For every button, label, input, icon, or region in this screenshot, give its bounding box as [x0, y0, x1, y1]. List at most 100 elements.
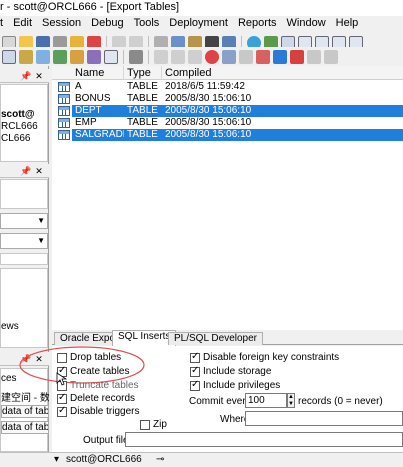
stop-icon[interactable] [205, 50, 219, 64]
checkbox-box[interactable] [190, 351, 200, 363]
menu-file[interactable]: t [0, 16, 3, 32]
list-item[interactable]: data of table [1, 421, 49, 434]
object-list: ews [0, 268, 48, 348]
checkbox-box[interactable] [57, 405, 67, 417]
panel-header: 📌 ✕ [0, 164, 49, 178]
zip-checkbox[interactable]: Zip [140, 419, 167, 430]
export-tabs: Oracle Export SQL Inserts PL/SQL Develop… [52, 330, 403, 346]
close-icon[interactable]: ✕ [34, 71, 44, 81]
connection-item[interactable]: CL666 [1, 133, 49, 144]
checkbox-box[interactable] [190, 379, 200, 391]
delete-records-checkbox[interactable]: Delete records [57, 392, 135, 404]
toolbar-area [0, 179, 48, 209]
connection-list: scott@ RCL666 CL666 [0, 84, 48, 162]
connection-item[interactable]: RCL666 [1, 121, 49, 132]
filter-combo[interactable]: ▼ [0, 233, 48, 249]
include-privileges-checkbox[interactable]: Include privileges [190, 379, 281, 391]
disable-triggers-checkbox[interactable]: Disable triggers [57, 405, 140, 417]
table-icon [58, 94, 70, 104]
grid-icon[interactable] [104, 50, 118, 64]
table-row[interactable]: DEPT TABLE 2005/8/30 15:06:10 [52, 105, 403, 117]
cell-name: DEPT [72, 105, 124, 117]
menu-debug[interactable]: Debug [91, 16, 123, 32]
menu-window[interactable]: Window [287, 16, 326, 32]
status-connection: scott@ORCL666 [66, 454, 142, 465]
cell-type: TABLE [127, 117, 158, 128]
plugin-icon[interactable] [188, 50, 202, 64]
pin-icon[interactable]: 📌 [20, 71, 31, 81]
column-header-compiled[interactable]: Compiled [162, 66, 403, 80]
panel-header: 📌 ✕ [0, 69, 49, 83]
commit-every-input[interactable]: 100 [245, 393, 287, 408]
filter-combo[interactable]: ▼ [0, 213, 48, 229]
checkbox-label: Create tables [70, 366, 130, 377]
arrow-right-icon[interactable] [273, 50, 287, 64]
chevron-down-icon: ▼ [37, 236, 45, 245]
checkbox-box[interactable] [190, 365, 200, 377]
checkbox-label: Include storage [203, 366, 272, 377]
menu-reports[interactable]: Reports [238, 16, 277, 32]
window-icon[interactable] [2, 50, 16, 64]
commit-every-spinner[interactable]: ▲ ▼ [287, 393, 295, 408]
checkbox-label: Include privileges [203, 380, 281, 391]
menu-session[interactable]: Session [42, 16, 81, 32]
menu-tools[interactable]: Tools [134, 16, 160, 32]
query-icon[interactable] [19, 50, 33, 64]
table-row[interactable]: EMP TABLE 2005/8/30 15:06:10 [52, 117, 403, 129]
menu-deployment[interactable]: Deployment [169, 16, 228, 32]
plugin-icon[interactable] [171, 50, 185, 64]
left-dock-panel: 📌 ✕ scott@ RCL666 CL666 📌 ✕ ▼ ▼ ews 📌 ✕ … [0, 66, 49, 466]
drop-tables-checkbox[interactable]: Drop tables [57, 352, 121, 363]
list-item[interactable]: data of table [1, 405, 49, 418]
plugin-icon[interactable] [256, 50, 270, 64]
list-item[interactable]: 建空间 - 数挡 [1, 389, 49, 404]
import-icon[interactable] [87, 50, 101, 64]
toolbar-separator [123, 50, 124, 64]
table-row[interactable]: SALGRADE TABLE 2005/8/30 15:06:10 [52, 129, 403, 141]
list-item[interactable]: ews [1, 321, 49, 332]
table-row[interactable]: A TABLE 2018/6/5 11:59:42 [52, 81, 403, 93]
truncate-tables-checkbox[interactable]: Truncate tables [57, 380, 139, 391]
search-field[interactable] [0, 253, 48, 265]
tab-plsql-developer[interactable]: PL/SQL Developer [168, 332, 264, 345]
output-file-label: Output file [83, 435, 129, 446]
menu-help[interactable]: Help [336, 16, 359, 32]
plugin-icon[interactable] [222, 50, 236, 64]
plugin-icon[interactable] [324, 50, 338, 64]
cell-compiled: 2005/8/30 15:06:10 [162, 105, 403, 117]
plugin-icon[interactable] [307, 50, 321, 64]
toolbar-secondary [0, 47, 403, 67]
close-icon[interactable]: ✕ [34, 166, 44, 176]
table-icon [58, 82, 70, 92]
output-file-input[interactable] [125, 432, 403, 447]
column-header-type[interactable]: Type [124, 66, 162, 80]
cell-type: TABLE [127, 81, 158, 92]
pin-icon: ⊸ [156, 454, 165, 465]
table-icon[interactable] [36, 50, 50, 64]
compare-icon[interactable] [53, 50, 67, 64]
plugin-icon[interactable] [239, 50, 253, 64]
menu-edit[interactable]: Edit [13, 16, 32, 32]
cell-name: A [75, 81, 82, 92]
export-icon[interactable] [70, 50, 84, 64]
arrow-right-icon[interactable] [290, 50, 304, 64]
checkbox-label: Zip [153, 419, 167, 430]
checkbox-label: Disable triggers [70, 406, 140, 417]
checkbox-box[interactable] [140, 419, 150, 430]
commit-every-label: Commit every [189, 396, 251, 407]
pin-icon[interactable]: 📌 [20, 166, 31, 176]
cell-compiled: 2005/8/30 15:06:10 [165, 93, 252, 104]
connection-item[interactable]: scott@ [1, 109, 49, 120]
where-clause-input[interactable] [245, 411, 403, 426]
plugin-icon[interactable] [154, 50, 168, 64]
table-list: Name Type Compiled A TABLE 2018/6/5 11:5… [52, 66, 403, 330]
include-storage-checkbox[interactable]: Include storage [190, 365, 272, 377]
checkbox-box[interactable] [57, 392, 67, 404]
column-header-name[interactable]: Name [72, 66, 124, 80]
wrench-icon[interactable] [129, 50, 143, 64]
table-row[interactable]: BONUS TABLE 2005/8/30 15:06:10 [52, 93, 403, 105]
checkbox-box[interactable] [57, 352, 67, 363]
disable-fk-checkbox[interactable]: Disable foreign key constraints [190, 351, 339, 363]
menu-bar: t Edit Session Debug Tools Deployment Re… [0, 16, 403, 32]
tab-sql-inserts[interactable]: SQL Inserts [112, 330, 177, 346]
